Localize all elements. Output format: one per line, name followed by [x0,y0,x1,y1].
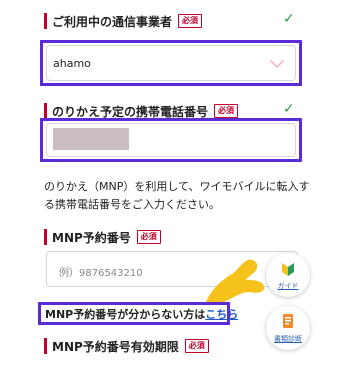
description-text: のりかえ（MNP）を利用して、ワイモバイルに転入する携帯電話番号をご入力ください… [44,180,310,211]
guide-label: ガイド [277,282,299,290]
guide-button[interactable]: ガイド [266,253,310,297]
check-icon: ✓ [283,11,295,27]
expiry-label-row: MNP予約番号有効期限 必須 [52,336,209,356]
section-marker [44,338,47,354]
beginner-mark-icon [282,263,294,276]
carrier-label: ご利用中の通信事業者 [52,14,173,29]
section-marker [44,229,47,245]
help-link[interactable]: こちら [205,308,238,321]
carrier-label-row: ご利用中の通信事業者 必須 [52,11,203,31]
mnp-label: MNP予約番号 [52,230,131,245]
section-marker [44,13,47,29]
required-badge: 必須 [184,339,209,353]
required-badge: 必須 [136,230,161,244]
help-link-row: MNP予約番号が分からない方はこちら [45,306,238,322]
check-icon: ✓ [283,101,295,117]
pointing-hand-icon [206,259,265,306]
redacted-phone-number [53,128,129,150]
document-check-button[interactable]: 書類診断 [266,306,310,350]
document-icon [283,314,293,328]
mnp-number-placeholder: 例）9876543210 [59,268,143,279]
carrier-select[interactable]: ahamo [46,45,296,81]
expiry-label: MNP予約番号有効期限 [52,339,179,354]
mnp-label-row: MNP予約番号 必須 [52,227,161,247]
chevron-down-icon [270,60,284,68]
section-marker [44,103,47,119]
help-link-text: MNP予約番号が分からない方は [45,308,206,321]
phone-number-input[interactable] [46,123,296,157]
required-badge: 必須 [214,104,239,118]
carrier-select-value: ahamo [53,57,91,70]
document-check-label: 書類診断 [274,335,302,343]
phone-label: のりかえ予定の携帯電話番号 [52,104,209,119]
required-badge: 必須 [178,14,203,28]
